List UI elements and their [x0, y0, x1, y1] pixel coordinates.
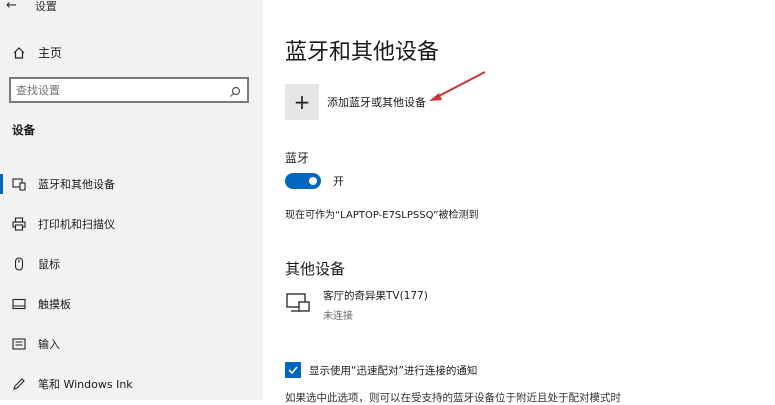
device-name: 客厅的奇异果TV(177): [323, 290, 428, 302]
bluetooth-toggle[interactable]: [285, 173, 321, 189]
section-title: 设备: [12, 123, 35, 137]
keyboard-icon: [12, 337, 26, 351]
home-label: 主页: [38, 46, 63, 60]
sidebar-item-label: 打印机和扫描仪: [38, 218, 115, 231]
swift-pair-checkbox[interactable]: [285, 362, 301, 378]
window-title: 设置: [34, 0, 57, 13]
sidebar-item-pen[interactable]: 笔和 Windows Ink: [0, 364, 263, 404]
home-icon: [12, 46, 26, 60]
toggle-knob: [309, 177, 317, 185]
sidebar-item-label: 鼠标: [38, 258, 60, 271]
sidebar-item-mouse[interactable]: 鼠标: [0, 244, 263, 284]
device-status: 未连接: [323, 311, 353, 322]
sidebar-item-label: 输入: [38, 338, 60, 351]
back-arrow-icon[interactable]: ←: [6, 0, 17, 12]
discoverable-text: 现在可作为“LAPTOP-E7SLPSSQ”被检测到: [285, 210, 479, 221]
sidebar-item-home[interactable]: 主页: [12, 44, 62, 61]
bluetooth-toggle-row: 开: [285, 173, 344, 189]
search-icon[interactable]: [229, 83, 241, 102]
sidebar-item-touchpad[interactable]: 触摸板: [0, 284, 263, 324]
add-device-button[interactable]: +: [285, 84, 319, 120]
add-device-row[interactable]: + 添加蓝牙或其他设备: [285, 84, 426, 120]
mouse-icon: [12, 257, 26, 271]
other-devices-title: 其他设备: [285, 260, 346, 278]
main-panel: 蓝牙和其他设备 + 添加蓝牙或其他设备 蓝牙 开 现在可作为“LAPTOP-E7…: [263, 0, 775, 404]
sidebar-item-label: 笔和 Windows Ink: [38, 378, 133, 391]
add-device-label[interactable]: 添加蓝牙或其他设备: [327, 94, 426, 110]
sidebar-item-label: 触摸板: [38, 298, 71, 311]
device-item[interactable]: 客厅的奇异果TV(177) 未连接: [285, 288, 428, 322]
sidebar-item-bluetooth[interactable]: 蓝牙和其他设备: [0, 164, 263, 204]
pen-icon: [12, 377, 26, 391]
title-bar: ← 设置: [6, 0, 57, 13]
printer-icon: [12, 217, 26, 231]
bluetooth-devices-icon: [12, 177, 26, 191]
sidebar-nav: 蓝牙和其他设备 打印机和扫描仪 鼠标 触摸板 输入 笔和 Windows Ink: [0, 164, 263, 404]
sidebar: ← 设置 主页 设备 蓝牙和其他设备 打印机和扫描仪: [0, 0, 263, 400]
touchpad-icon: [12, 297, 26, 311]
swift-pair-label: 显示使用“迅速配对”进行连接的通知: [309, 364, 478, 377]
search-input[interactable]: [11, 82, 218, 98]
sidebar-item-printers[interactable]: 打印机和扫描仪: [0, 204, 263, 244]
swift-pair-row: 显示使用“迅速配对”进行连接的通知: [285, 362, 477, 378]
bluetooth-title: 蓝牙: [285, 151, 310, 165]
sidebar-item-typing[interactable]: 输入: [0, 324, 263, 364]
swift-pair-description: 如果选中此选项，则可以在受支持的蓝牙设备位于附近且处于配对模式时: [285, 392, 621, 404]
sidebar-item-label: 蓝牙和其他设备: [38, 178, 115, 191]
page-title: 蓝牙和其他设备: [285, 40, 440, 65]
checkmark-icon: [288, 366, 298, 375]
plus-icon: +: [293, 90, 311, 114]
display-device-icon: [285, 290, 311, 316]
search-box[interactable]: [9, 77, 249, 103]
toggle-state-label: 开: [333, 175, 344, 188]
